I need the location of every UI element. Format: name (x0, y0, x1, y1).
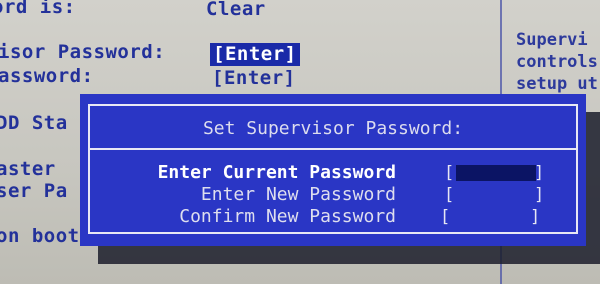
new-password-field[interactable] (456, 187, 534, 203)
current-password-bracket-right: ] (534, 163, 545, 183)
current-password-label: Enter Current Password (157, 162, 396, 183)
current-password-field[interactable] (456, 165, 536, 181)
new-password-bracket-left: [ (444, 185, 455, 205)
confirm-password-label: Confirm New Password (179, 206, 396, 227)
new-password-label: Enter New Password (200, 184, 396, 205)
user-pa-label[interactable]: ser Pa (0, 182, 68, 201)
confirm-password-field[interactable] (452, 209, 532, 225)
dialog-title: Set Supervisor Password: (202, 118, 464, 139)
new-password-bracket-right: ] (534, 185, 545, 205)
on-boot-label[interactable]: on boot (0, 227, 80, 246)
user-password-enter-button[interactable]: [Enter] (212, 69, 296, 88)
supervisor-password-enter-button[interactable]: [Enter] (210, 43, 300, 66)
user-password-label[interactable]: assword: (0, 67, 94, 86)
help-line-2: controls (516, 52, 598, 72)
help-line-3: setup ut (516, 74, 598, 94)
dialog-title-divider (90, 148, 576, 150)
confirm-password-bracket-left: [ (440, 207, 451, 227)
set-supervisor-password-dialog: Set Supervisor Password: Enter Current P… (80, 94, 586, 246)
confirm-password-bracket-right: ] (530, 207, 541, 227)
hdd-status-label: DD Sta (0, 112, 68, 134)
supervisor-password-label[interactable]: isor Password: (0, 43, 165, 62)
master-label[interactable]: aster (0, 160, 56, 179)
status-value: Clear (206, 0, 266, 20)
help-line-1: Supervi (516, 30, 588, 50)
current-password-bracket-left: [ (444, 163, 455, 183)
dialog-frame: Set Supervisor Password: Enter Current P… (88, 104, 578, 234)
status-label: ord is: (0, 0, 76, 18)
